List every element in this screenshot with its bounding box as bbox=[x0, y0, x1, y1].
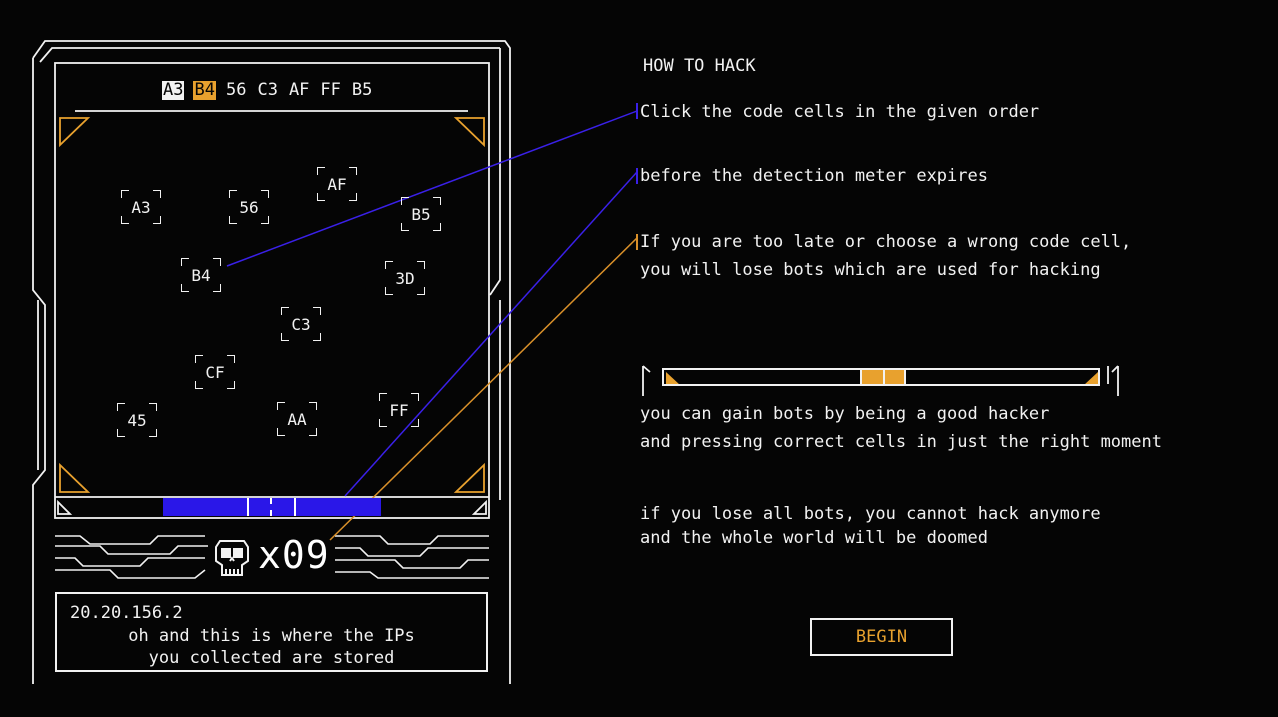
timing-bar bbox=[662, 368, 1100, 386]
code-cell[interactable]: B5 bbox=[401, 197, 441, 231]
meter-tick bbox=[294, 498, 296, 516]
ip-panel-message: you collected are stored bbox=[148, 648, 395, 668]
tutorial-step: and pressing correct cells in just the r… bbox=[640, 432, 1162, 452]
sequence-code: AF bbox=[288, 79, 310, 100]
timing-line bbox=[883, 370, 885, 384]
tutorial-step: if you lose all bots, you cannot hack an… bbox=[640, 504, 1101, 524]
tutorial-step: before the detection meter expires bbox=[640, 166, 988, 186]
detection-meter bbox=[163, 498, 381, 516]
sequence-code: B5 bbox=[351, 79, 373, 100]
tutorial-step: Click the code cells in the given order bbox=[640, 102, 1040, 122]
timing-line bbox=[904, 370, 906, 384]
sequence-code: C3 bbox=[257, 79, 278, 100]
tutorial-step: and the whole world will be doomed bbox=[640, 528, 988, 548]
code-cell[interactable]: 56 bbox=[229, 190, 269, 224]
ip-panel: 20.20.156.2 oh and this is where the IPs… bbox=[55, 592, 488, 672]
tutorial-title: HOW TO HACK bbox=[643, 56, 756, 76]
skull-icon bbox=[215, 540, 249, 576]
sequence-code: B4 bbox=[193, 79, 216, 100]
ip-panel-message: oh and this is where the IPs bbox=[128, 626, 415, 646]
ip-address: 20.20.156.2 bbox=[70, 603, 183, 623]
code-cell[interactable]: FF bbox=[379, 393, 419, 427]
code-cell[interactable]: AA bbox=[277, 402, 317, 436]
code-cell[interactable]: 45 bbox=[117, 403, 157, 437]
sequence-code: FF bbox=[320, 79, 341, 100]
code-cell[interactable]: CF bbox=[195, 355, 235, 389]
bot-count: x09 bbox=[258, 533, 330, 577]
tutorial-step: you will lose bots which are used for ha… bbox=[640, 260, 1101, 280]
code-cell[interactable]: 3D bbox=[385, 261, 425, 295]
code-cell[interactable]: C3 bbox=[281, 307, 321, 341]
meter-tick bbox=[270, 498, 272, 516]
code-cell[interactable]: AF bbox=[317, 167, 357, 201]
code-cell[interactable]: A3 bbox=[121, 190, 161, 224]
tutorial-step: you can gain bots by being a good hacker bbox=[640, 404, 1050, 424]
timing-line bbox=[860, 370, 862, 384]
code-cell[interactable]: B4 bbox=[181, 258, 221, 292]
meter-tick bbox=[247, 498, 249, 516]
begin-button[interactable]: BEGIN bbox=[810, 618, 953, 656]
code-sequence: A3 B4 56 C3 AF FF B5 bbox=[162, 79, 373, 101]
tutorial-step: If you are too late or choose a wrong co… bbox=[640, 232, 1132, 252]
sequence-code: A3 bbox=[162, 79, 185, 100]
sequence-code: 56 bbox=[225, 79, 247, 100]
